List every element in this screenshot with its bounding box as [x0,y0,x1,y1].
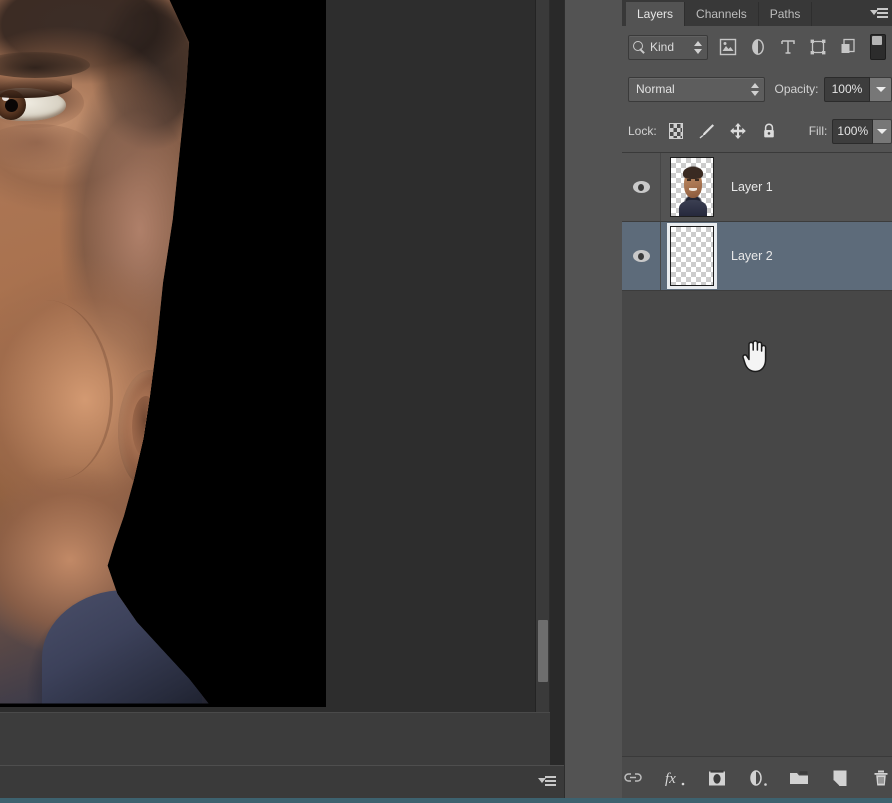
layer-row[interactable]: Layer 1 [622,153,892,222]
lock-row: Lock: Fill: 100% [622,110,892,152]
add-layer-style-button[interactable]: fx [663,766,687,790]
layer-thumbnail [667,223,717,289]
panel-tab-bar: Layers Channels Paths [622,0,892,26]
new-group-button[interactable] [788,766,810,790]
image-canvas[interactable] [0,0,326,707]
canvas-viewport[interactable] [0,0,550,712]
layer-thumbnail-cell[interactable] [661,222,723,290]
eye-icon [632,250,650,262]
panel-gutter [564,0,624,803]
panel-menu-glyph [538,776,556,788]
filter-smart-object-layers-icon[interactable] [837,36,859,58]
search-icon [633,40,646,54]
tab-channels-label: Channels [696,7,747,21]
stepper-arrows-icon[interactable] [694,40,703,55]
tab-channels[interactable]: Channels [685,2,759,26]
layer-row[interactable]: Layer 2 [622,222,892,291]
fill-label: Fill: [808,124,828,138]
delete-layer-button[interactable] [870,766,892,790]
layer-visibility-toggle[interactable] [622,222,661,290]
lock-all-icon[interactable] [759,121,779,141]
filter-adjustment-layers-icon[interactable] [747,36,769,58]
eye-icon [632,181,650,193]
filter-pixel-layers-icon[interactable] [717,36,739,58]
tab-layers-label: Layers [637,7,674,21]
panel-menu-icon[interactable] [866,2,892,26]
filter-kind-dropdown[interactable]: Kind [628,34,708,60]
fill-dropdown-button[interactable] [873,118,892,144]
opacity-label: Opacity: [774,82,819,96]
chevron-down-icon [875,86,886,92]
portrait-photo [0,0,209,704]
pupil [5,99,18,112]
filter-type-layers-icon[interactable] [777,36,799,58]
smile-line [0,300,113,480]
blend-mode-dropdown[interactable]: Normal [628,76,765,102]
document-status-bar [0,765,564,800]
panel-menu-icon[interactable] [538,776,556,790]
canvas-vertical-scrollbar[interactable] [535,0,549,712]
tab-layers[interactable]: Layers [626,2,686,26]
filter-kind-label: Kind [650,40,675,54]
layer-list[interactable]: Layer 1 Layer 2 [622,152,892,756]
layer-thumbnail [670,157,714,217]
ear [118,370,180,488]
opacity-value[interactable]: 100% [823,76,871,102]
layers-panel-footer: fx [622,756,892,799]
new-adjustment-layer-button[interactable] [747,766,769,790]
ear-inner [132,396,160,458]
layers-panel: Layers Channels Paths Kind Normal Opacit… [622,0,892,803]
filter-shape-layers-icon[interactable] [807,36,829,58]
layer-name-label[interactable]: Layer 1 [723,180,892,194]
lock-position-icon[interactable] [728,121,748,141]
panel-menu-glyph [870,8,888,20]
document-area [0,0,564,803]
lock-icon-group [666,121,779,141]
blend-mode-row: Normal Opacity: 100% [622,68,892,110]
window-bottom-edge [0,798,892,803]
photoshop-window: Layers Channels Paths Kind Normal Opacit… [0,0,892,803]
filter-icon-group [717,34,886,60]
layer-visibility-toggle[interactable] [622,153,661,221]
fill-value[interactable]: 100% [832,118,874,144]
tab-paths[interactable]: Paths [758,2,813,26]
lock-image-pixels-icon[interactable] [697,121,717,141]
svg-text:fx: fx [665,771,676,787]
lock-transparent-pixels-icon[interactable] [666,121,686,141]
thumbnail-portrait [678,162,708,216]
canvas-vertical-scrollbar-thumb[interactable] [538,620,548,682]
layer-name-label[interactable]: Layer 2 [723,249,892,263]
add-layer-mask-button[interactable] [706,766,728,790]
lock-label: Lock: [628,124,657,138]
chevron-down-icon [877,128,888,134]
link-layers-button[interactable] [622,766,644,790]
new-layer-button[interactable] [829,766,851,790]
opacity-dropdown-button[interactable] [870,76,892,102]
tab-paths-label: Paths [769,7,801,21]
shoulder [42,590,202,704]
stepper-arrows-icon[interactable] [750,82,760,97]
under-eye [0,124,92,170]
eyebrow [0,52,90,78]
filter-toggle-switch[interactable] [870,34,886,60]
layer-filter-row: Kind [622,26,892,68]
blend-mode-value: Normal [636,82,675,96]
canvas-horizontal-scrollbar[interactable] [0,712,550,766]
layer-thumbnail-cell[interactable] [661,153,723,221]
